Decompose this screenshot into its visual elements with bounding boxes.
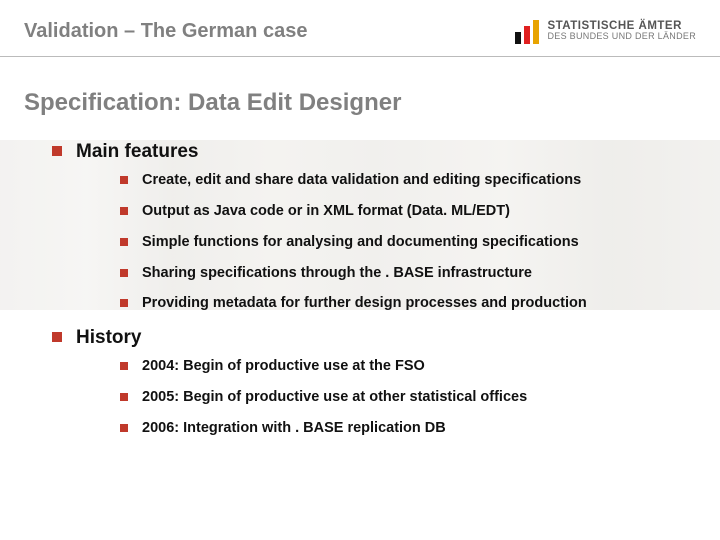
square-bullet-icon [120, 207, 128, 215]
square-bullet-icon [120, 393, 128, 401]
list-item: 2006: Integration with . BASE replicatio… [120, 419, 696, 438]
list-item-text: Sharing specifications through the . BAS… [142, 264, 532, 283]
logo: STATISTISCHE ÄMTER DES BUNDES UND DER LÄ… [515, 18, 696, 44]
logo-line2: DES BUNDES UND DER LÄNDER [547, 32, 696, 41]
square-bullet-icon [120, 238, 128, 246]
list-item-text: Providing metadata for further design pr… [142, 294, 587, 313]
square-bullet-icon [120, 362, 128, 370]
header-title: Validation – The German case [24, 20, 307, 43]
list-item-text: 2006: Integration with . BASE replicatio… [142, 419, 446, 438]
square-bullet-icon [120, 424, 128, 432]
logo-text: STATISTISCHE ÄMTER DES BUNDES UND DER LÄ… [547, 20, 696, 42]
list-item: 2004: Begin of productive use at the FSO [120, 357, 696, 376]
section-list: Main features [52, 141, 696, 163]
list-item-text: 2005: Begin of productive use at other s… [142, 388, 527, 407]
list-item-text: Simple functions for analysing and docum… [142, 233, 579, 252]
section-main-features: Main features [52, 141, 696, 163]
list-item-text: Output as Java code or in XML format (Da… [142, 202, 510, 221]
section-heading: Main features [76, 141, 198, 163]
header: Validation – The German case STATISTISCH… [0, 0, 720, 56]
square-bullet-icon [120, 269, 128, 277]
list-item-text: 2004: Begin of productive use at the FSO [142, 357, 425, 376]
section-history: History [52, 327, 696, 349]
square-bullet-icon [120, 176, 128, 184]
square-bullet-icon [120, 299, 128, 307]
section-list: History [52, 327, 696, 349]
square-bullet-icon [52, 146, 62, 156]
slide-title: Specification: Data Edit Designer [24, 89, 696, 117]
list-item: Providing metadata for further design pr… [120, 294, 696, 313]
main-features-list: Create, edit and share data validation a… [120, 171, 696, 313]
content: Specification: Data Edit Designer Main f… [0, 57, 720, 438]
list-item: Create, edit and share data validation a… [120, 171, 696, 190]
list-item: Simple functions for analysing and docum… [120, 233, 696, 252]
section-heading: History [76, 327, 141, 349]
list-item: 2005: Begin of productive use at other s… [120, 388, 696, 407]
list-item-text: Create, edit and share data validation a… [142, 171, 581, 190]
logo-bars-icon [515, 18, 539, 44]
history-list: 2004: Begin of productive use at the FSO… [120, 357, 696, 438]
square-bullet-icon [52, 332, 62, 342]
list-item: Output as Java code or in XML format (Da… [120, 202, 696, 221]
list-item: Sharing specifications through the . BAS… [120, 264, 696, 283]
